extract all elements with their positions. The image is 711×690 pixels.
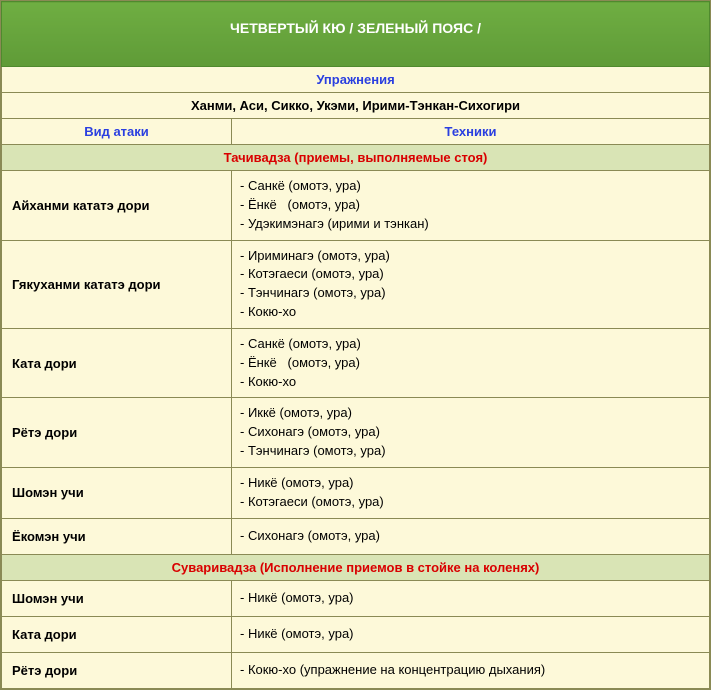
attack-cell: Шомэн учи xyxy=(2,580,232,616)
tech-cell: - Ириминагэ (омотэ, ура) - Котэгаеси (ом… xyxy=(232,240,710,328)
tech-line: - Никё (омотэ, ура) xyxy=(240,589,701,608)
table-row: Гякуханми кататэ дори - Ириминагэ (омотэ… xyxy=(2,240,710,328)
col-tech-header: Техники xyxy=(232,119,710,145)
attack-cell: Рётэ дори xyxy=(2,398,232,468)
exercises-list: Ханми, Аси, Сикко, Укэми, Ирими-Тэнкан-С… xyxy=(2,93,710,119)
tech-cell: - Никё (омотэ, ура) - Котэгаеси (омотэ, … xyxy=(232,467,710,518)
tech-cell: - Сихонагэ (омотэ, ура) xyxy=(232,518,710,554)
kyu-table-container: ЧЕТВЕРТЫЙ КЮ / ЗЕЛЕНЫЙ ПОЯС / Упражнения… xyxy=(0,0,711,690)
title-row: ЧЕТВЕРТЫЙ КЮ / ЗЕЛЕНЫЙ ПОЯС / xyxy=(2,2,710,67)
table-row: Ката дори - Санкё (омотэ, ура) - Ёнкё (о… xyxy=(2,328,710,398)
tech-line: - Кокю-хо (упражнение на концентрацию ды… xyxy=(240,661,701,680)
table-row: Ёкомэн учи - Сихонагэ (омотэ, ура) xyxy=(2,518,710,554)
tech-line: - Сихонагэ (омотэ, ура) xyxy=(240,423,701,442)
tech-line: - Котэгаеси (омотэ, ура) xyxy=(240,265,701,284)
table-row: Шомэн учи - Никё (омотэ, ура) - Котэгаес… xyxy=(2,467,710,518)
tech-line: - Тэнчинагэ (омотэ, ура) xyxy=(240,442,701,461)
table-row: Рётэ дори - Иккё (омотэ, ура) - Сихонагэ… xyxy=(2,398,710,468)
tech-cell: - Никё (омотэ, ура) xyxy=(232,616,710,652)
tech-line: - Санкё (омотэ, ура) xyxy=(240,335,701,354)
table-row: Шомэн учи - Никё (омотэ, ура) xyxy=(2,580,710,616)
tech-line: - Иккё (омотэ, ура) xyxy=(240,404,701,423)
tech-line: - Санкё (омотэ, ура) xyxy=(240,177,701,196)
attack-cell: Ёкомэн учи xyxy=(2,518,232,554)
exercises-header-row: Упражнения xyxy=(2,67,710,93)
tech-line: - Котэгаеси (омотэ, ура) xyxy=(240,493,701,512)
tech-line: - Сихонагэ (омотэ, ура) xyxy=(240,527,701,546)
tech-cell: - Санкё (омотэ, ура) - Ёнкё (омотэ, ура)… xyxy=(232,328,710,398)
tech-line: - Ёнкё (омотэ, ура) xyxy=(240,196,701,215)
tech-line: - Кокю-хо xyxy=(240,373,701,392)
column-header-row: Вид атаки Техники xyxy=(2,119,710,145)
attack-cell: Айханми кататэ дори xyxy=(2,171,232,241)
section-tachiwaza: Тачивадза (приемы, выполняемые стоя) xyxy=(2,145,710,171)
section-suwariwaza: Суваривадза (Исполнение приемов в стойке… xyxy=(2,554,710,580)
tech-cell: - Санкё (омотэ, ура) - Ёнкё (омотэ, ура)… xyxy=(232,171,710,241)
kyu-table: ЧЕТВЕРТЫЙ КЮ / ЗЕЛЕНЫЙ ПОЯС / Упражнения… xyxy=(1,1,710,689)
tech-line: - Никё (омотэ, ура) xyxy=(240,474,701,493)
tech-line: - Удэкимэнагэ (ирими и тэнкан) xyxy=(240,215,701,234)
tech-line: - Ириминагэ (омотэ, ура) xyxy=(240,247,701,266)
attack-cell: Рётэ дори xyxy=(2,652,232,688)
attack-cell: Ката дори xyxy=(2,328,232,398)
tech-line: - Тэнчинагэ (омотэ, ура) xyxy=(240,284,701,303)
col-attack-header: Вид атаки xyxy=(2,119,232,145)
table-row: Рётэ дори - Кокю-хо (упражнение на конце… xyxy=(2,652,710,688)
table-row: Ката дори - Никё (омотэ, ура) xyxy=(2,616,710,652)
tech-cell: - Кокю-хо (упражнение на концентрацию ды… xyxy=(232,652,710,688)
section-suwariwaza-label: Суваривадза (Исполнение приемов в стойке… xyxy=(2,554,710,580)
section-tachiwaza-label: Тачивадза (приемы, выполняемые стоя) xyxy=(2,145,710,171)
tech-line: - Ёнкё (омотэ, ура) xyxy=(240,354,701,373)
attack-cell: Ката дори xyxy=(2,616,232,652)
exercises-header: Упражнения xyxy=(2,67,710,93)
attack-cell: Шомэн учи xyxy=(2,467,232,518)
tech-cell: - Иккё (омотэ, ура) - Сихонагэ (омотэ, у… xyxy=(232,398,710,468)
tech-cell: - Никё (омотэ, ура) xyxy=(232,580,710,616)
tech-line: - Никё (омотэ, ура) xyxy=(240,625,701,644)
exercises-list-row: Ханми, Аси, Сикко, Укэми, Ирими-Тэнкан-С… xyxy=(2,93,710,119)
table-row: Айханми кататэ дори - Санкё (омотэ, ура)… xyxy=(2,171,710,241)
attack-cell: Гякуханми кататэ дори xyxy=(2,240,232,328)
page-title: ЧЕТВЕРТЫЙ КЮ / ЗЕЛЕНЫЙ ПОЯС / xyxy=(2,2,710,67)
tech-line: - Кокю-хо xyxy=(240,303,701,322)
